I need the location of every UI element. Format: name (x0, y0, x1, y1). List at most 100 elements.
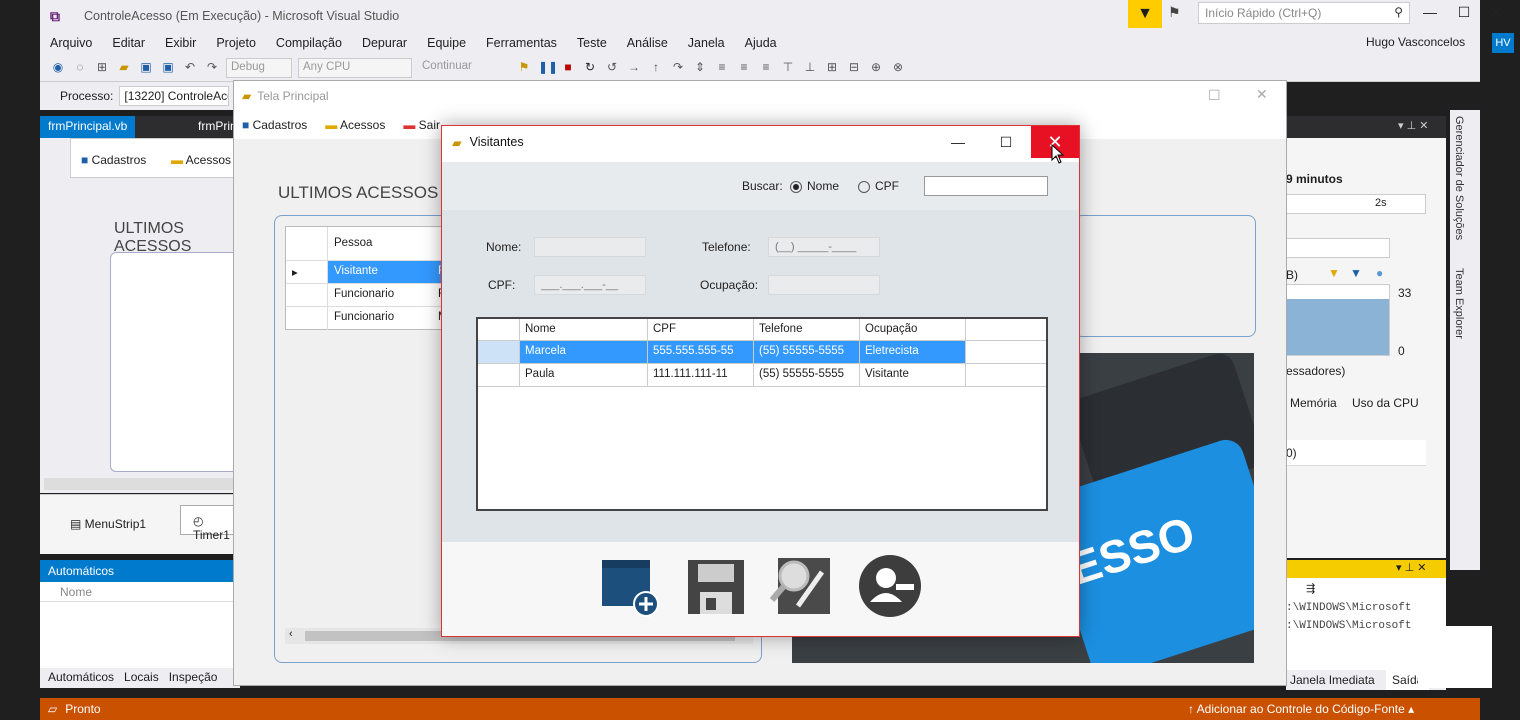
new-record-icon[interactable] (598, 554, 662, 618)
step-over-icon[interactable]: → (626, 60, 642, 76)
step-out-icon[interactable]: ↷ (670, 60, 686, 76)
close-button[interactable]: ✕ (1256, 86, 1268, 103)
new-project-icon[interactable]: ⊞ (94, 60, 110, 76)
hot-reload-icon[interactable]: ⚑ (516, 60, 532, 76)
tab-uso-cpu[interactable]: Uso da CPU (1352, 396, 1419, 410)
column-ocupacao[interactable]: Ocupação (860, 319, 966, 340)
designer-menu-cadastros[interactable]: ■ Cadastros (81, 153, 146, 167)
remove-user-icon[interactable] (858, 554, 922, 618)
table-row[interactable]: Funcionario M (286, 307, 444, 330)
scroll-left-icon[interactable]: ‹ (289, 628, 293, 640)
filter-icon[interactable]: ▼ (1128, 0, 1162, 28)
redo-icon[interactable]: ↷ (204, 60, 220, 76)
center-icon[interactable]: ⊕ (868, 60, 884, 76)
tab-memoria[interactable]: Memória (1290, 396, 1337, 410)
save-all-icon[interactable]: ▣ (160, 60, 176, 76)
nome-field[interactable] (534, 237, 646, 257)
step-icon[interactable]: ↺ (604, 60, 620, 76)
menu-teste[interactable]: Teste (567, 36, 617, 50)
output-window-controls-icon[interactable]: ▾ ⊥ ✕ (1396, 561, 1426, 574)
tab-janela-imediata[interactable]: Janela Imediata (1290, 673, 1375, 687)
radio-cpf[interactable]: CPF (858, 179, 899, 193)
column-cpf[interactable]: CPF (648, 319, 754, 340)
source-control-button[interactable]: ↑ Adicionar ao Controle do Código-Fonte … (1188, 702, 1414, 716)
diagnostics-row[interactable]: 0) (1286, 440, 1426, 466)
align-right-icon[interactable]: ≡ (758, 60, 774, 76)
tab-locais[interactable]: Locais (124, 670, 159, 686)
align-left-icon[interactable]: ≡ (714, 60, 730, 76)
make-same-size-icon[interactable]: ⊞ (824, 60, 840, 76)
menu-ajuda[interactable]: Ajuda (735, 36, 787, 50)
menu-projeto[interactable]: Projeto (206, 36, 266, 50)
timeline-ruler: 2s (1286, 194, 1426, 214)
align-middle-icon[interactable]: ⊥ (802, 60, 818, 76)
menu-ferramentas[interactable]: Ferramentas (476, 36, 567, 50)
search-input[interactable] (924, 176, 1048, 196)
tab-order-icon[interactable]: ⊗ (890, 60, 906, 76)
save-icon[interactable] (684, 554, 748, 618)
quick-launch-input[interactable]: Início Rápido (Ctrl+Q) ⚲ (1198, 2, 1410, 24)
menu-arquivo[interactable]: Arquivo (40, 36, 102, 50)
step-into-icon[interactable]: ↑ (648, 60, 664, 76)
output-toolbar-icon[interactable]: ⇶ (1306, 582, 1315, 595)
process-select[interactable]: [13220] ControleAcesso (119, 86, 230, 106)
restart-icon[interactable]: ↻ (582, 60, 598, 76)
menu-acessos[interactable]: ▬ Acessos (325, 118, 385, 132)
pin-icon[interactable]: ▾ ⊥ ✕ (1398, 119, 1428, 132)
maximize-button[interactable]: ☐ (982, 126, 1030, 158)
align-center-icon[interactable]: ≡ (736, 60, 752, 76)
align-top-icon[interactable]: ⊤ (780, 60, 796, 76)
configuration-select[interactable]: Debug (226, 57, 292, 78)
search-edit-icon[interactable] (770, 554, 834, 618)
menu-sair[interactable]: ▬ Sair (403, 118, 440, 132)
menu-compilacao[interactable]: Compilação (266, 36, 352, 50)
maximize-button[interactable]: ☐ (1454, 4, 1474, 24)
ocupacao-field[interactable] (768, 275, 880, 295)
designer-menu-acessos[interactable]: ▬ Acessos (171, 153, 231, 167)
menu-editar[interactable]: Editar (102, 36, 155, 50)
designer-scrollbar[interactable] (44, 478, 240, 490)
open-file-icon[interactable]: ▰ (116, 60, 132, 76)
menu-analise[interactable]: Análise (617, 36, 678, 50)
tab-inspecao[interactable]: Inspeção (169, 670, 218, 686)
undo-icon[interactable]: ↶ (182, 60, 198, 76)
table-row[interactable]: Paula 111.111.111-11 (55) 55555-5555 Vis… (478, 364, 1046, 387)
table-row[interactable]: Funcionario F (286, 284, 444, 307)
cpf-field[interactable]: ___.___.___-__ (534, 275, 646, 295)
tab-frmprincipal-code[interactable]: frmPrincipal.vb (40, 116, 136, 138)
user-name[interactable]: Hugo Vasconcelos (1366, 35, 1465, 49)
table-row[interactable]: ▸ Visitante F (286, 261, 444, 284)
tab-team-explorer[interactable]: Team Explorer (1453, 268, 1465, 339)
column-telefone[interactable]: Telefone (754, 319, 860, 340)
navigate-forward-icon[interactable]: ◌ (72, 60, 88, 76)
table-row[interactable]: Marcela 555.555.555-55 (55) 55555-5555 E… (478, 341, 1046, 364)
component-menustrip[interactable]: ▤ MenuStrip1 (70, 517, 146, 531)
maximize-button[interactable]: ☐ (1208, 87, 1221, 104)
minimize-button[interactable]: — (934, 126, 982, 158)
platform-select[interactable]: Any CPU (298, 57, 412, 78)
pause-icon[interactable]: ❚❚ (538, 60, 558, 76)
continue-button[interactable]: Continuar (418, 58, 510, 78)
menu-equipe[interactable]: Equipe (417, 36, 476, 50)
radio-nome[interactable]: Nome (790, 179, 839, 193)
avatar[interactable]: HV (1492, 33, 1514, 53)
navigate-back-icon[interactable]: ◉ (50, 60, 66, 76)
feedback-icon[interactable]: ⚑ (1168, 4, 1188, 24)
menu-exibir[interactable]: Exibir (155, 36, 206, 50)
menu-depurar[interactable]: Depurar (352, 36, 417, 50)
spacing-icon[interactable]: ⊟ (846, 60, 862, 76)
component-timer[interactable]: ◴ Timer1 (180, 505, 240, 542)
tab-automaticos[interactable]: Automáticos (48, 670, 114, 686)
telefone-field[interactable]: (__) _____-____ (768, 237, 880, 257)
minimize-button[interactable]: — (1420, 4, 1440, 24)
stop-icon[interactable]: ■ (560, 60, 576, 76)
tab-gerenciador-solucoes[interactable]: Gerenciador de Soluções (1453, 116, 1465, 240)
column-nome[interactable]: Nome (520, 319, 648, 340)
save-icon[interactable]: ▣ (138, 60, 154, 76)
breakpoint-icon[interactable]: ⇕ (692, 60, 708, 76)
column-pessoa[interactable]: Pessoa (328, 227, 378, 260)
menu-cadastros[interactable]: ■ Cadastros (242, 118, 307, 132)
diagnostics-field[interactable] (1286, 238, 1390, 258)
close-button[interactable]: ✕ (1486, 4, 1506, 24)
menu-janela[interactable]: Janela (678, 36, 735, 50)
